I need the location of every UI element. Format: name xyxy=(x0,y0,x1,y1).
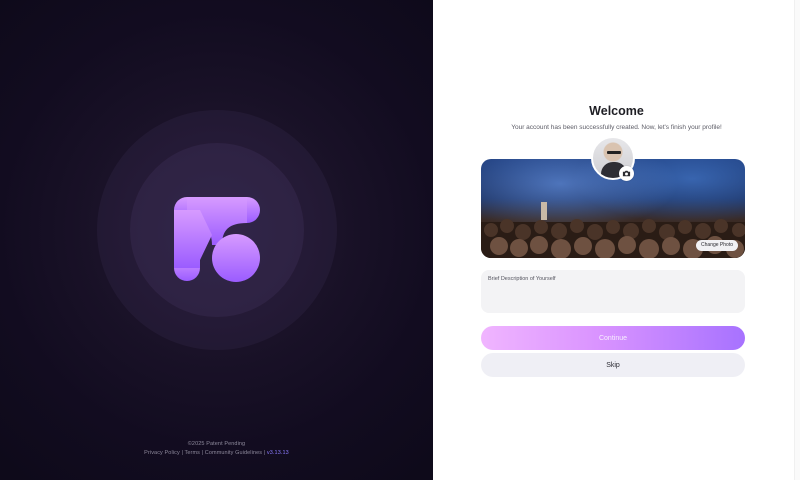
continue-button[interactable]: Continue xyxy=(481,326,745,350)
description-field[interactable] xyxy=(481,270,745,313)
avatar-glasses xyxy=(607,151,621,154)
community-guidelines-link[interactable]: Community Guidelines xyxy=(205,450,262,456)
camera-icon xyxy=(622,170,631,177)
privacy-policy-link[interactable]: Privacy Policy xyxy=(144,450,180,456)
copyright-text: ©2025 Patent Pending xyxy=(187,441,246,447)
page-subtitle: Your account has been successfully creat… xyxy=(511,124,722,131)
version-label: v3.13.13 xyxy=(266,450,289,456)
footer-links: Privacy Policy | Terms | Community Guide… xyxy=(0,450,433,456)
page-title: Welcome xyxy=(589,104,644,118)
change-avatar-button[interactable] xyxy=(619,166,634,181)
app-logo-icon xyxy=(174,197,260,282)
scrollbar-track[interactable] xyxy=(794,0,800,480)
terms-link[interactable]: Terms xyxy=(185,450,200,456)
skip-button[interactable]: Skip xyxy=(481,353,745,377)
change-photo-button[interactable]: Change Photo xyxy=(696,240,738,251)
